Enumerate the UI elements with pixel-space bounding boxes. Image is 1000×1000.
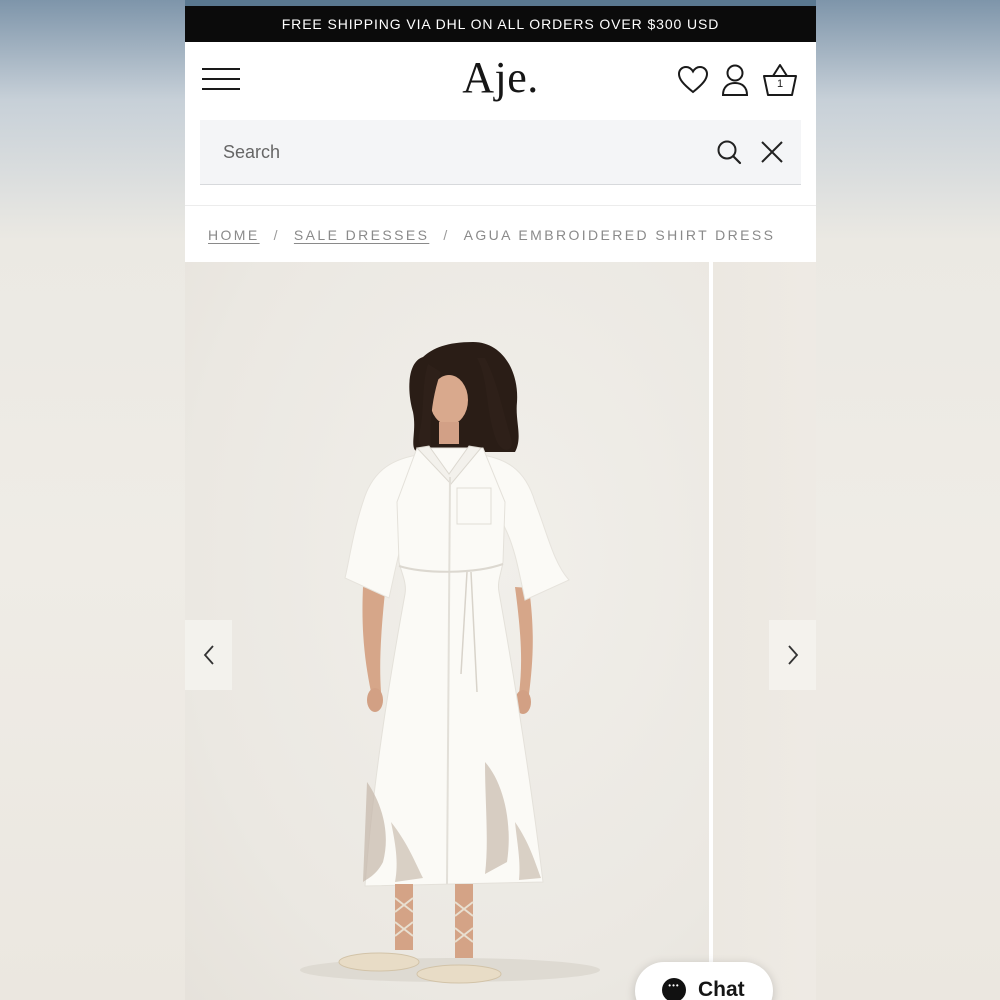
search-input[interactable] xyxy=(200,120,700,184)
cart-button[interactable]: 1 xyxy=(762,60,798,100)
gallery-next-button[interactable] xyxy=(769,620,816,690)
search-bar xyxy=(200,120,801,185)
search-close-button[interactable] xyxy=(757,137,787,167)
chat-label: Chat xyxy=(698,978,745,1000)
search-button[interactable] xyxy=(714,137,744,167)
breadcrumb: HOME / SALE DRESSES / AGUA EMBROIDERED S… xyxy=(208,224,775,246)
breadcrumb-home-link[interactable]: HOME xyxy=(208,227,260,243)
breadcrumb-separator: / xyxy=(273,227,280,243)
breadcrumb-current-page: AGUA EMBROIDERED SHIRT DRESS xyxy=(463,227,776,243)
chevron-left-icon xyxy=(203,645,214,665)
promo-text: FREE SHIPPING VIA DHL ON ALL ORDERS OVER… xyxy=(281,16,720,32)
product-image-gallery[interactable] xyxy=(185,262,816,1000)
chat-button[interactable]: Chat xyxy=(635,962,773,1000)
site-header: Aje. 1 xyxy=(185,42,816,118)
chat-bubble-icon xyxy=(662,978,686,1000)
breadcrumb-separator: / xyxy=(443,227,450,243)
mobile-page: FREE SHIPPING VIA DHL ON ALL ORDERS OVER… xyxy=(185,0,816,1000)
breadcrumb-sale-dresses-link[interactable]: SALE DRESSES xyxy=(294,227,429,243)
header-divider xyxy=(185,205,816,206)
promo-banner: FREE SHIPPING VIA DHL ON ALL ORDERS OVER… xyxy=(185,6,816,42)
heart-icon xyxy=(677,65,709,94)
account-button[interactable] xyxy=(717,60,753,100)
gallery-prev-button[interactable] xyxy=(185,620,232,690)
model-dress-photo xyxy=(300,342,600,984)
search-icon xyxy=(717,140,742,165)
user-icon xyxy=(721,64,749,96)
product-image-main[interactable] xyxy=(185,262,709,1000)
close-icon xyxy=(761,141,783,163)
wishlist-button[interactable] xyxy=(675,60,711,100)
chevron-right-icon xyxy=(787,645,798,665)
cart-count-badge: 1 xyxy=(776,78,784,90)
